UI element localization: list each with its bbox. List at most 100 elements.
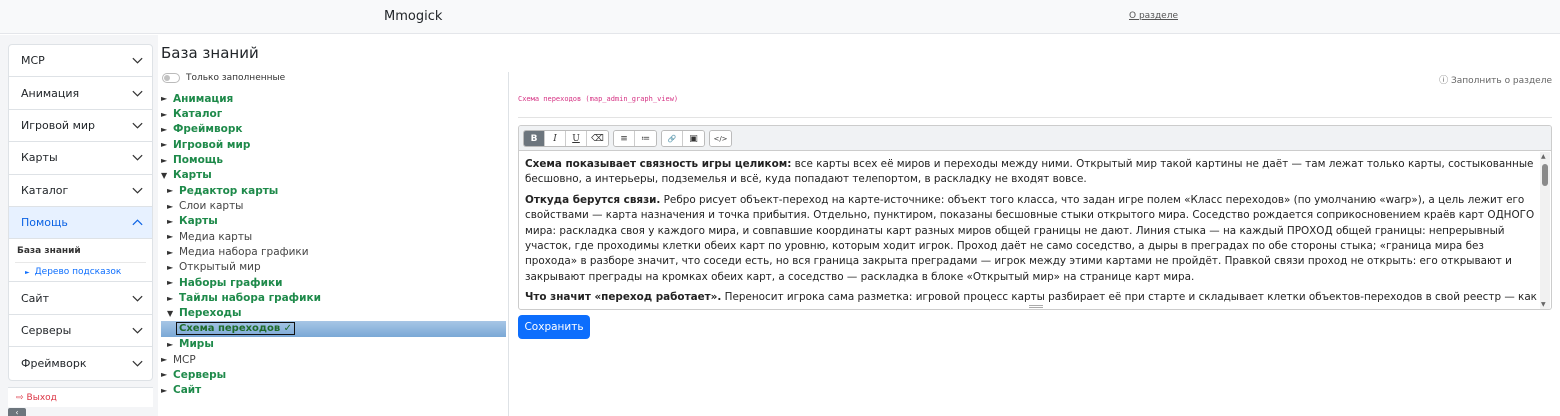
sidebar-item-label: Серверы [21,323,72,337]
tree-hint-label: Дерево подсказок [34,267,122,278]
tree-node[interactable]: ► Сайт [161,383,506,398]
tree-node[interactable]: ► Анимация [161,91,506,106]
italic-button[interactable]: I [545,130,566,146]
caret-right-icon: ► [161,94,168,104]
link-button[interactable]: 🔗 [662,130,683,146]
tree-node[interactable]: ► Игровой мир [161,137,506,152]
bold-button[interactable]: B [524,130,545,146]
list-group: ≡ ≔ [613,129,657,147]
caret-right-icon: ► [161,140,168,150]
tree-node[interactable]: ► Наборы графики [161,275,506,290]
sidebar-item-site[interactable]: Сайт [9,282,152,315]
chevron-up-icon [132,219,143,226]
scroll-down-icon[interactable]: ▼ [1541,301,1546,308]
sidebar-item-framework[interactable]: Фреймворк [9,347,152,379]
toggle-switch[interactable] [162,73,180,83]
editor-content[interactable]: Схема показывает связность игры целиком:… [525,157,1539,309]
paragraph-lead: Схема показывает связность игры целиком: [525,158,792,170]
tree-node[interactable]: ► Медиа карты [161,229,506,244]
tree-node-label: Карты [179,215,218,228]
paragraph-lead: Что значит «переход работает». [525,291,722,304]
chevron-left-icon: ‹ [15,408,19,416]
caret-right-icon: ► [167,232,174,242]
tree-node[interactable]: ► Помощь [161,152,506,167]
editor-toolbar: B I U ⌫ ≡ ≔ 🔗 ▣ </> [519,126,1551,151]
caret-down-icon: ▼ [167,308,174,318]
scroll-up-icon[interactable]: ▲ [1541,153,1546,160]
tree-node[interactable]: ▼ Переходы [161,306,506,321]
caret-right-icon: ► [167,216,174,226]
tree-node[interactable]: ► Открытый мир [161,260,506,275]
format-group: B I U ⌫ [523,129,609,147]
about-section-link[interactable]: О разделе [1129,11,1178,21]
caret-right-icon: ► [167,278,174,288]
sidebar-item-label: Каталог [21,183,69,197]
link-icon: 🔗 [667,135,677,143]
logout-link[interactable]: ⇨ Выход [8,387,153,407]
sidebar-item-label: Сайт [21,291,49,305]
tree-node-label: Редактор карты [179,184,279,197]
tree-node[interactable]: ▼ Карты [161,168,506,183]
tree-node[interactable]: ► Редактор карты [161,183,506,198]
image-button[interactable]: ▣ [683,130,704,146]
tree-node[interactable]: ► Миры [161,337,506,352]
brand-title[interactable]: Mmogick [384,9,442,24]
fill-about-section-link[interactable]: ⓘ Заполнить о разделе [1439,73,1552,86]
caret-down-icon: ▼ [161,170,168,180]
tree-node-label: Каталог [173,108,223,121]
editor-scrollbar[interactable]: ▲ ▼ [1540,152,1550,309]
caret-right-icon: ► [161,155,168,165]
logout-icon: ⇨ [16,392,24,403]
resize-handle[interactable] [1029,305,1043,308]
scrollbar-thumb[interactable] [1542,164,1548,186]
sidebar-item-animation[interactable]: Анимация [9,77,152,110]
info-icon: ⓘ [1439,76,1449,86]
ordered-list-icon: ≔ [641,134,650,144]
caret-right-icon: ► [161,370,168,380]
tree-node-selected[interactable]: Схема переходов ✓ [161,321,506,337]
tree-node-label: Миры [179,338,214,351]
sidebar-collapse-button[interactable]: ‹ [8,408,26,416]
editor-paragraph: Откуда берутся связи. Ребро рисует объек… [525,193,1539,285]
tree-node[interactable]: ► Медиа набора графики [161,244,506,259]
tree-node[interactable]: ► Серверы [161,367,506,382]
save-button[interactable]: Сохранить [518,315,590,339]
tree-node[interactable]: ► Фреймворк [161,122,506,137]
tree-node[interactable]: ► MCP [161,352,506,367]
bullet-list-button[interactable]: ≡ [614,130,635,146]
sidebar-subitem-tree-hint[interactable]: ► Дерево подсказок [15,262,146,281]
filter-only-filled[interactable]: Только заполненные [162,73,285,83]
tree-node[interactable]: ► Каталог [161,106,506,121]
underline-button[interactable]: U [566,130,587,146]
rich-text-editor[interactable]: B I U ⌫ ≡ ≔ 🔗 ▣ </> Схема показывает свя… [518,125,1552,310]
sidebar-item-label: MCP [21,54,45,68]
chevron-down-icon [132,155,143,162]
sidebar-item-label: Анимация [21,86,80,100]
chevron-down-icon [132,295,143,302]
sidebar-item-catalog[interactable]: Каталог [9,175,152,207]
sidebar-item-maps[interactable]: Карты [9,142,152,175]
caret-right-icon: ► [167,339,174,349]
tree-node[interactable]: ► Слои карты [161,198,506,213]
tree-node-label: Карты [173,169,212,182]
code-view-button[interactable]: </> [710,130,731,146]
tree-node[interactable]: ► Карты [161,214,506,229]
caret-right-icon: ► [161,124,168,134]
sidebar-item-mcp[interactable]: MCP [9,45,152,78]
clear-format-button[interactable]: ⌫ [587,130,608,146]
sidebar-item-help[interactable]: Помощь [9,206,152,240]
chevron-down-icon [132,360,143,367]
panel-divider [508,72,509,416]
sidebar-subitem-knowledge-base[interactable]: База знаний [15,239,146,262]
ordered-list-button[interactable]: ≔ [635,130,656,146]
chevron-down-icon [132,187,143,194]
caret-right-icon: ► [167,293,174,303]
chevron-down-icon [132,57,143,64]
tree-node-label: Медиа карты [179,230,253,243]
sidebar-item-game-world[interactable]: Игровой мир [9,110,152,143]
fill-about-label: Заполнить о разделе [1451,76,1552,86]
sidebar-item-servers[interactable]: Серверы [9,315,152,348]
tree-node-label: Наборы графики [179,276,283,289]
tree-node[interactable]: ► Тайлы набора графики [161,290,506,305]
triangle-right-icon: ► [25,268,30,276]
